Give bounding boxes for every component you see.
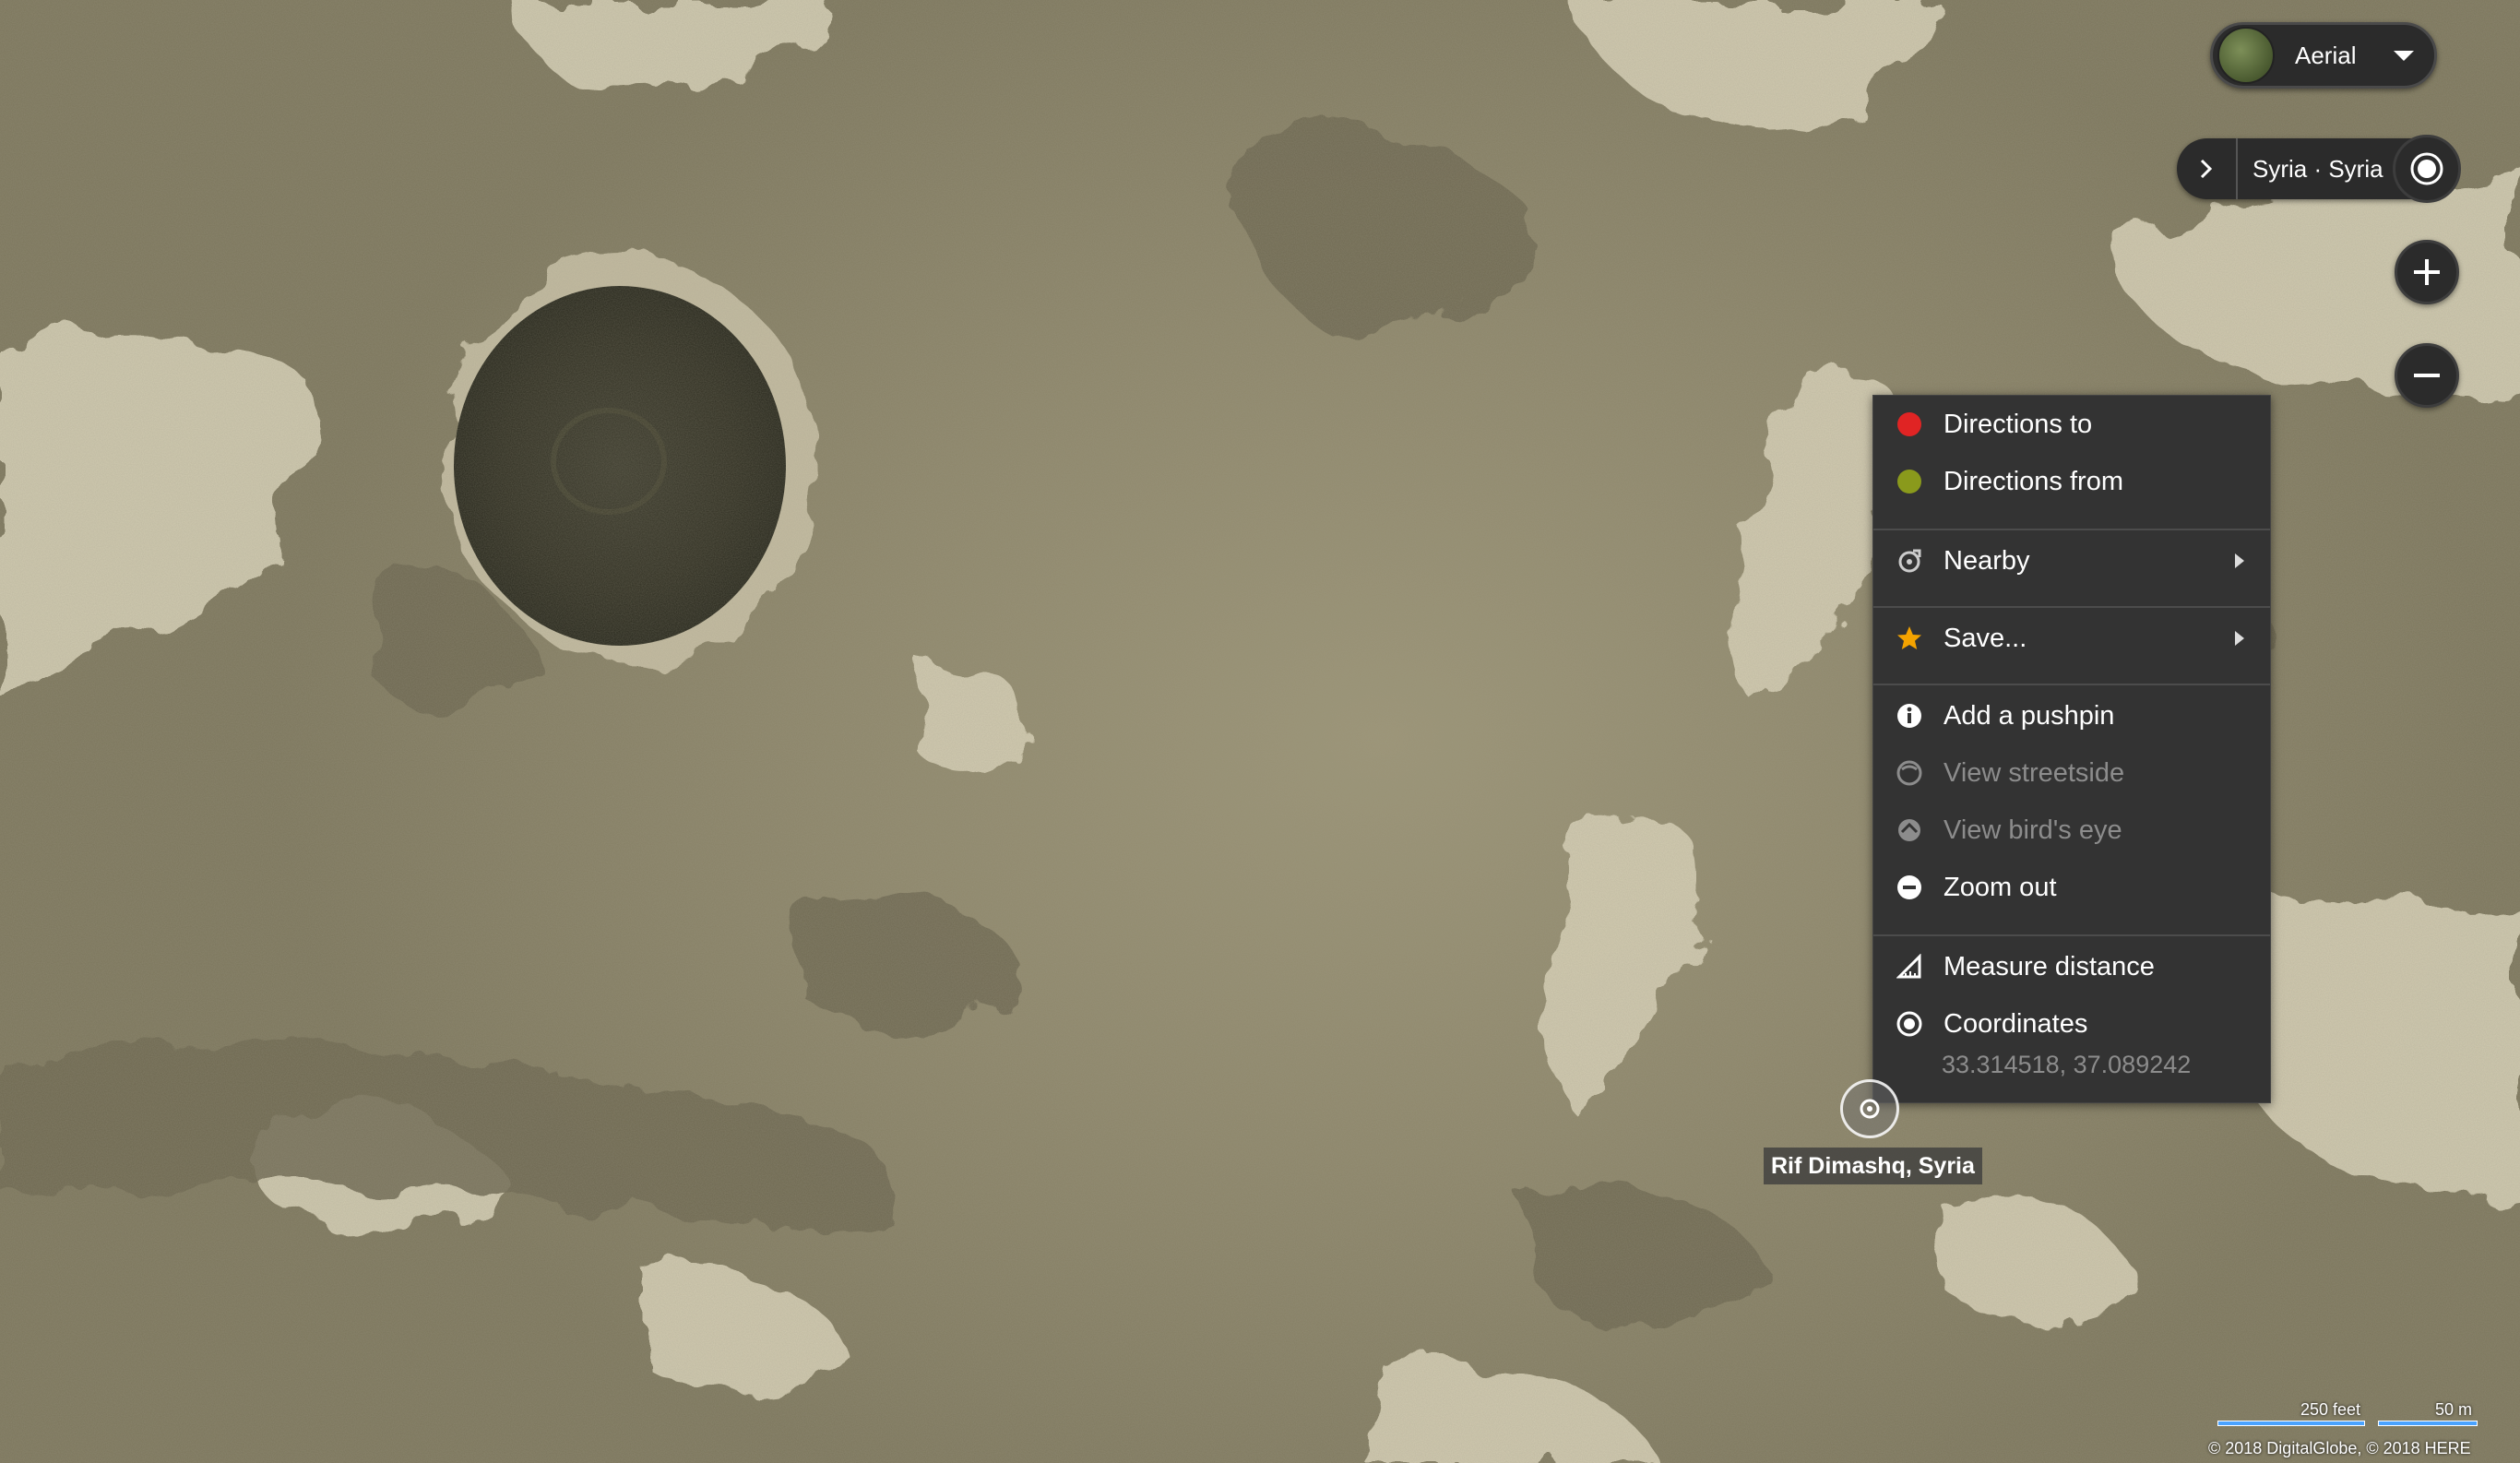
scale-bar-metric (2378, 1421, 2478, 1426)
map-style-label: Aerial (2295, 41, 2357, 69)
expand-breadcrumb-button[interactable] (2177, 138, 2238, 199)
target-icon (1896, 1010, 1923, 1038)
menu-item-add-pushpin[interactable]: Add a pushpin (1873, 687, 2270, 744)
menu-item-label: Zoom out (1943, 872, 2057, 902)
menu-item-zoom-out[interactable]: Zoom out (1873, 859, 2270, 916)
menu-item-directions-from[interactable]: Directions from (1873, 453, 2270, 510)
info-icon (1896, 702, 1923, 730)
menu-item-coordinates[interactable]: Coordinates (1873, 995, 2270, 1053)
locate-me-button[interactable] (2393, 135, 2461, 203)
menu-divider (1873, 934, 2270, 936)
menu-item-label: Measure distance (1943, 951, 2155, 981)
star-icon (1896, 624, 1923, 652)
chevron-right-icon (2200, 159, 2213, 179)
streetside-icon (1896, 759, 1923, 787)
birds-eye-icon (1896, 816, 1923, 844)
aerial-thumbnail-icon (2217, 27, 2275, 84)
copyright-text: © 2018 DigitalGlobe, © 2018 HERE (2208, 1439, 2471, 1457)
map-style-dropdown[interactable]: Aerial (2210, 22, 2437, 89)
menu-item-label: Coordinates (1943, 1008, 2088, 1039)
scale-bar-imperial (2217, 1421, 2365, 1426)
menu-item-label: View bird's eye (1943, 815, 2122, 845)
red-dot-icon (1896, 410, 1923, 438)
menu-divider (1873, 606, 2270, 608)
caret-down-icon (2394, 50, 2414, 61)
context-menu: Directions to Directions from Nearby Sav… (1872, 395, 2271, 1103)
location-pin[interactable] (1840, 1079, 1899, 1138)
scale-imperial-label: 250 feet (2300, 1400, 2361, 1419)
zoom-in-button[interactable] (2395, 240, 2459, 304)
zoom-out-button[interactable] (2395, 343, 2459, 408)
ruler-icon (1896, 953, 1923, 981)
plus-icon (2414, 259, 2440, 285)
minus-icon (2414, 374, 2440, 377)
menu-item-view-birds-eye: View bird's eye (1873, 802, 2270, 859)
nearby-icon (1896, 547, 1923, 575)
pin-label: Rif Dimashq, Syria (1764, 1148, 1982, 1184)
menu-item-nearby[interactable]: Nearby (1873, 532, 2270, 589)
menu-item-label: Directions from (1943, 466, 2123, 496)
menu-item-measure-distance[interactable]: Measure distance (1873, 938, 2270, 995)
locate-icon (2410, 152, 2443, 185)
submenu-arrow-icon (2235, 631, 2244, 646)
menu-item-directions-to[interactable]: Directions to (1873, 396, 2270, 453)
menu-item-view-streetside: View streetside (1873, 744, 2270, 802)
scale-metric-label: 50 m (2435, 1400, 2473, 1419)
menu-divider (1873, 529, 2270, 530)
menu-item-label: View streetside (1943, 757, 2125, 788)
pin-center-icon (1860, 1099, 1880, 1119)
menu-item-label: Nearby (1943, 545, 2030, 576)
location-breadcrumb[interactable]: Syria · Syria (2177, 135, 2461, 203)
menu-item-save[interactable]: Save... (1873, 610, 2270, 667)
menu-item-label: Save... (1943, 623, 2027, 653)
menu-divider (1873, 684, 2270, 685)
coordinates-value[interactable]: 33.314518, 37.089242 (1942, 1051, 2191, 1079)
submenu-arrow-icon (2235, 553, 2244, 568)
minus-circle-icon (1896, 874, 1923, 901)
green-dot-icon (1896, 468, 1923, 495)
menu-item-label: Directions to (1943, 409, 2093, 439)
menu-item-label: Add a pushpin (1943, 700, 2115, 731)
